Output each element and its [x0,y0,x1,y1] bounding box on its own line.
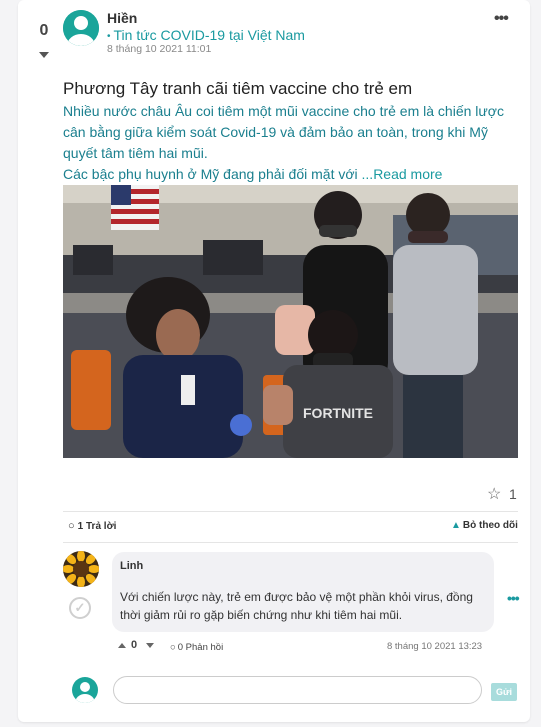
reply-count-link[interactable]: ○ 1 Trả lời [68,520,116,532]
send-button[interactable]: Gửi [491,683,517,701]
group-name[interactable]: Tin tức COVID-19 tại Việt Nam [114,27,305,43]
post-timestamp: 8 tháng 10 2021 11:01 [107,43,212,55]
star-icon[interactable]: ☆ [487,484,501,504]
downvote-icon[interactable] [39,52,49,58]
reply-count-label: 1 Trả lời [77,521,117,532]
comment-upvote-icon[interactable] [118,643,126,648]
comment-reply-label: 0 Phản hồi [177,642,224,653]
comment-text: Với chiến lược này, trẻ em được bảo vệ m… [120,590,473,622]
post-body-excerpt: Các bậc phụ huynh ở Mỹ đang phải đối mặt… [63,166,362,182]
post-body: Nhiều nước châu Âu coi tiêm một mũi vacc… [63,101,521,185]
commenter-avatar[interactable] [63,551,99,587]
post-vote-widget: 0 [34,14,54,58]
current-user-avatar [72,677,98,703]
comment-downvote-icon[interactable] [146,643,154,648]
check-circle-icon[interactable]: ✓ [69,597,91,619]
read-more-link[interactable]: ...Read more [362,166,443,182]
unfollow-button[interactable]: ▲ Bỏ theo dõi [451,520,518,531]
reply-icon: ○ [170,642,176,653]
post-image[interactable]: FORTNITE [63,185,518,458]
comment-reply-link[interactable]: ○ 0 Phản hồi [170,642,223,653]
post-body-paragraph: Nhiều nước châu Âu coi tiêm một mũi vacc… [63,103,504,161]
post-more-options-icon[interactable]: ••• [494,10,509,28]
comment-author[interactable]: Linh [120,560,143,572]
divider [63,511,518,512]
post-vote-count: 0 [39,22,49,39]
comment-vote-count: 0 [131,639,138,651]
divider-2 [63,542,518,543]
comment-more-options-icon[interactable]: ••• [507,590,520,606]
post-author[interactable]: Hiền [107,10,137,26]
unfollow-label: Bỏ theo dõi [462,520,518,531]
post-body-paragraph-2: Các bậc phụ huynh ở Mỹ đang phải đối mặt… [63,164,521,185]
post-title: Phương Tây tranh cãi tiêm vaccine cho tr… [63,79,413,98]
comment-bubble: Linh Với chiến lược này, trẻ em được bảo… [112,552,494,632]
star-count: 1 [509,486,517,502]
group-bullet: • [107,31,111,42]
comment-icon: ○ [68,520,75,532]
shirt-text: FORTNITE [303,405,373,421]
author-avatar[interactable] [63,10,99,46]
comment-timestamp: 8 tháng 10 2021 13:23 [387,641,483,652]
bell-icon: ▲ [451,520,461,531]
group-link[interactable]: • Tin tức COVID-19 tại Việt Nam [107,27,305,43]
reply-input[interactable] [113,676,482,704]
